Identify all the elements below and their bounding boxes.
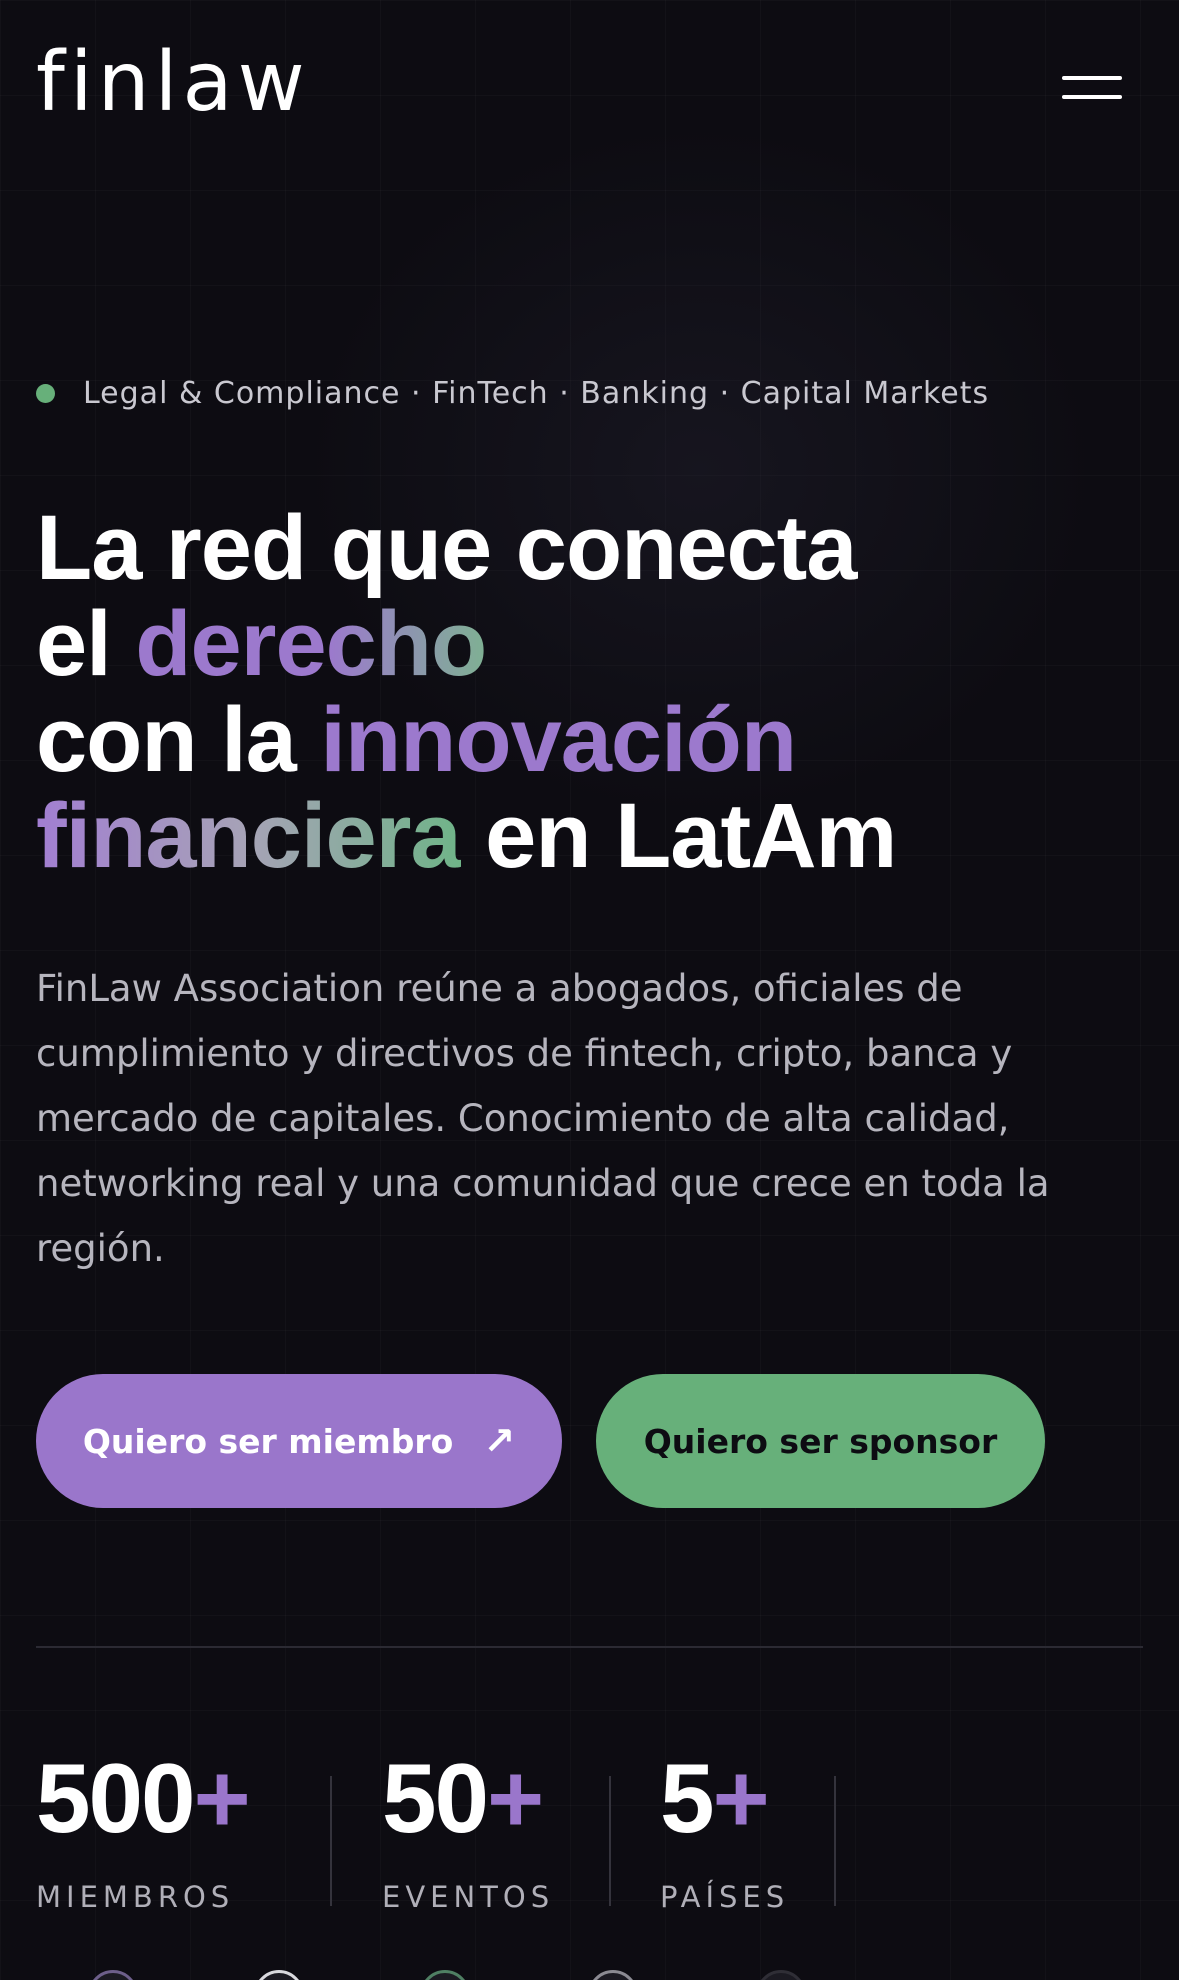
stat-members-plus: + [193,1743,251,1853]
hero-tagline: Legal & Compliance · FinTech · Banking ·… [36,376,989,411]
stat-members-value: 500+ [36,1748,251,1848]
stat-events-plus: + [487,1743,544,1853]
avatar [254,1970,304,1980]
headline-accent-financiera: financiera [36,785,462,887]
become-member-button[interactable]: Quiero ser miembro ↗ [36,1374,562,1508]
headline-line-3: con la innovación [36,692,896,788]
headline-line-1: La red que conecta [36,497,857,599]
headline-accent-innovacion: innovación [320,689,797,791]
stat-separator [834,1776,836,1906]
stat-countries-plus: + [712,1743,770,1853]
stat-separator [609,1776,611,1906]
stat-members: 500+ MIEMBROS [36,1748,251,1914]
stat-countries-value: 5+ [660,1748,789,1848]
become-member-label: Quiero ser miembro [82,1421,454,1461]
avatar [756,1970,806,1980]
finlaw-logo[interactable]: finlaw [36,42,310,124]
stat-events-label: EVENTOS [382,1880,555,1914]
arrow-up-right-icon: ↗ [483,1419,516,1463]
menu-bar-bottom [1062,95,1122,99]
become-sponsor-button[interactable]: Quiero ser sponsor [596,1374,1045,1508]
stat-events-value: 50+ [382,1748,554,1848]
stat-events: 50+ EVENTOS [382,1748,554,1914]
avatar [88,1970,138,1980]
headline-line-4-suffix: en LatAm [460,785,897,887]
tagline-text: Legal & Compliance · FinTech · Banking ·… [83,376,990,411]
avatar [420,1970,470,1980]
menu-bar-top [1062,76,1122,80]
become-sponsor-label: Quiero ser sponsor [643,1421,998,1461]
stat-countries-number: 5 [660,1743,714,1853]
stat-members-label: MIEMBROS [36,1880,235,1914]
headline-line-3-prefix: con la [36,689,321,791]
headline-line-2-prefix: el [36,593,136,695]
section-divider [36,1646,1143,1648]
stat-events-number: 50 [382,1743,489,1853]
stat-members-number: 500 [36,1743,196,1853]
hero-description: FinLaw Association reúne a abogados, ofi… [36,967,1050,1270]
stat-countries: 5+ PAÍSES [660,1748,789,1914]
hamburger-menu-icon[interactable] [1052,70,1124,104]
avatar [588,1970,638,1980]
headline-line-2: el derecho [36,596,896,692]
status-dot-icon [36,384,55,403]
stat-separator [330,1776,332,1906]
headline-accent-derecho: derecho [135,593,487,695]
hero-headline: La red que conecta el derecho con la inn… [36,497,897,887]
headline-line-4: financiera en LatAm [36,785,897,887]
stat-countries-label: PAÍSES [660,1880,790,1914]
